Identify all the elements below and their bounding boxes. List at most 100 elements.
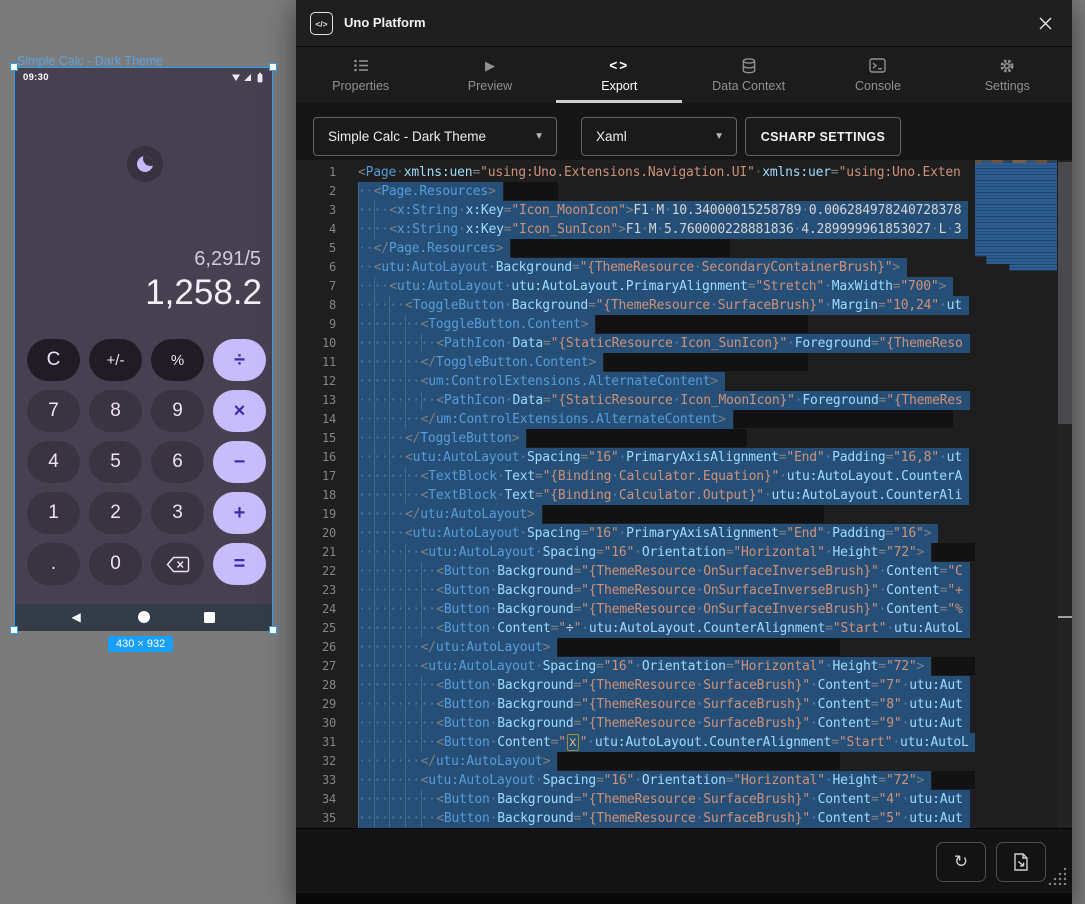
code-line-13[interactable]: 13··········<PathIcon·Data="{StaticResou… [296, 391, 975, 410]
export-file-icon [1013, 853, 1029, 871]
line-number: 16 [296, 448, 336, 467]
export-file-button[interactable] [996, 842, 1046, 882]
tab-export[interactable]: <>Export [555, 47, 684, 103]
code-line-30[interactable]: 30··········<Button·Background="{ThemeRe… [296, 714, 975, 733]
calc-key-+/-[interactable]: +/- [89, 339, 142, 381]
calc-key-9[interactable]: 9 [151, 390, 204, 432]
code-line-21[interactable]: 21········<utu:AutoLayout·Spacing="16"·O… [296, 543, 975, 562]
calc-key-backspace[interactable] [151, 543, 204, 585]
scene-select[interactable]: Simple Calc - Dark Theme ▼ [313, 117, 557, 156]
line-number: 23 [296, 581, 336, 600]
calc-key-=[interactable]: = [213, 543, 266, 585]
calc-key-%[interactable]: % [151, 339, 204, 381]
calc-key-6[interactable]: 6 [151, 441, 204, 483]
editor-scrollbar[interactable] [1058, 160, 1072, 828]
tab-console[interactable]: Console [813, 47, 942, 103]
calc-key-0[interactable]: 0 [89, 543, 142, 585]
scene-select-value: Simple Calc - Dark Theme [328, 129, 486, 144]
code-line-17[interactable]: 17········<TextBlock·Text="{Binding·Calc… [296, 467, 975, 486]
calc-key-7[interactable]: 7 [27, 390, 80, 432]
selection-tail-box [558, 752, 840, 770]
calc-key-.[interactable]: . [27, 543, 80, 585]
format-select-value: Xaml [596, 129, 627, 144]
calc-key-4[interactable]: 4 [27, 441, 80, 483]
resize-grip[interactable] [1045, 867, 1067, 885]
code-line-19[interactable]: 19······</utu:AutoLayout> [296, 505, 975, 524]
calc-key-+[interactable]: + [213, 492, 266, 534]
nav-back-icon[interactable]: ◀ [72, 610, 81, 624]
code-line-22[interactable]: 22··········<Button·Background="{ThemeRe… [296, 562, 975, 581]
calc-key-÷[interactable]: ÷ [213, 339, 266, 381]
code-line-11[interactable]: 11········</ToggleButton.Content> [296, 353, 975, 372]
line-number: 1 [296, 163, 336, 182]
code-line-34[interactable]: 34··········<Button·Background="{ThemeRe… [296, 790, 975, 809]
calc-key-C[interactable]: C [27, 339, 80, 381]
theme-toggle-button[interactable] [127, 146, 163, 182]
code-line-16[interactable]: 16······<utu:AutoLayout·Spacing="16"·Pri… [296, 448, 975, 467]
code-editor[interactable]: 1<Page·xmlns:uen="using:Uno.Extensions.N… [296, 160, 975, 828]
uno-code-badge-icon: </> [310, 12, 333, 35]
calc-key-2[interactable]: 2 [89, 492, 142, 534]
code-line-1[interactable]: 1<Page·xmlns:uen="using:Uno.Extensions.N… [296, 163, 975, 182]
code-line-18[interactable]: 18········<TextBlock·Text="{Binding·Calc… [296, 486, 975, 505]
code-line-33[interactable]: 33········<utu:AutoLayout·Spacing="16"·O… [296, 771, 975, 790]
android-nav-bar: ◀ [15, 604, 272, 631]
line-number: 7 [296, 277, 336, 296]
selection-handle-top-right[interactable] [269, 63, 277, 71]
phone-frame[interactable]: 09:30 6,291/5 1,258.2 C+/-%÷789×456−123+… [14, 67, 273, 630]
code-line-26[interactable]: 26········</utu:AutoLayout> [296, 638, 975, 657]
selection-tail-box [734, 410, 953, 428]
selection-handle-bottom-left[interactable] [10, 626, 18, 634]
code-line-10[interactable]: 10··········<PathIcon·Data="{StaticResou… [296, 334, 975, 353]
code-line-8[interactable]: 8······<ToggleButton·Background="{ThemeR… [296, 296, 975, 315]
line-number: 24 [296, 600, 336, 619]
csharp-settings-button[interactable]: CSHARP SETTINGS [745, 117, 901, 156]
calc-key-3[interactable]: 3 [151, 492, 204, 534]
close-icon[interactable] [1035, 13, 1055, 33]
code-line-28[interactable]: 28··········<Button·Background="{ThemeRe… [296, 676, 975, 695]
calc-key-5[interactable]: 5 [89, 441, 142, 483]
code-line-6[interactable]: 6··<utu:AutoLayout·Background="{ThemeRes… [296, 258, 975, 277]
selection-handle-bottom-right[interactable] [269, 626, 277, 634]
code-line-3[interactable]: 3····<x:String·x:Key="Icon_MoonIcon">F1·… [296, 201, 975, 220]
code-line-31[interactable]: 31··········<Button·Content="x"·utu:Auto… [296, 733, 975, 752]
editor-minimap[interactable] [975, 160, 1058, 828]
nav-recents-icon[interactable] [204, 612, 215, 623]
frame-title-label[interactable]: Simple Calc - Dark Theme [17, 54, 163, 68]
list-icon [353, 58, 369, 74]
calc-key-−[interactable]: − [213, 441, 266, 483]
code-line-23[interactable]: 23··········<Button·Background="{ThemeRe… [296, 581, 975, 600]
selection-handle-top-left[interactable] [10, 63, 18, 71]
calc-key-×[interactable]: × [213, 390, 266, 432]
scrollbar-thumb[interactable] [1058, 162, 1072, 424]
code-line-25[interactable]: 25··········<Button·Content="÷"·utu:Auto… [296, 619, 975, 638]
format-select[interactable]: Xaml ▼ [581, 117, 737, 156]
window-header: </> Uno Platform [296, 0, 1072, 47]
calc-key-1[interactable]: 1 [27, 492, 80, 534]
database-icon [741, 58, 757, 74]
tab-preview[interactable]: ▶Preview [425, 47, 554, 103]
code-line-4[interactable]: 4····<x:String·x:Key="Icon_SunIcon">F1·M… [296, 220, 975, 239]
line-number: 14 [296, 410, 336, 429]
nav-home-icon[interactable] [138, 611, 150, 623]
line-number: 13 [296, 391, 336, 410]
export-toolbar: Simple Calc - Dark Theme ▼ Xaml ▼ CSHARP… [296, 103, 1072, 160]
code-line-12[interactable]: 12········<um:ControlExtensions.Alternat… [296, 372, 975, 391]
code-line-15[interactable]: 15······</ToggleButton> [296, 429, 975, 448]
tab-properties[interactable]: Properties [296, 47, 425, 103]
code-line-2[interactable]: 2··<Page.Resources> [296, 182, 975, 201]
tab-settings[interactable]: Settings [943, 47, 1072, 103]
code-line-29[interactable]: 29··········<Button·Background="{ThemeRe… [296, 695, 975, 714]
refresh-button[interactable]: ↻ [936, 842, 986, 882]
code-line-20[interactable]: 20······<utu:AutoLayout·Spacing="16"·Pri… [296, 524, 975, 543]
code-line-35[interactable]: 35··········<Button·Background="{ThemeRe… [296, 809, 975, 828]
code-line-9[interactable]: 9········<ToggleButton.Content> [296, 315, 975, 334]
code-line-27[interactable]: 27········<utu:AutoLayout·Spacing="16"·O… [296, 657, 975, 676]
code-line-24[interactable]: 24··········<Button·Background="{ThemeRe… [296, 600, 975, 619]
calc-key-8[interactable]: 8 [89, 390, 142, 432]
code-line-32[interactable]: 32········</utu:AutoLayout> [296, 752, 975, 771]
code-line-14[interactable]: 14········</um:ControlExtensions.Alterna… [296, 410, 975, 429]
code-line-7[interactable]: 7····<utu:AutoLayout·utu:AutoLayout.Prim… [296, 277, 975, 296]
tab-data-context[interactable]: Data Context [684, 47, 813, 103]
code-line-5[interactable]: 5··</Page.Resources> [296, 239, 975, 258]
